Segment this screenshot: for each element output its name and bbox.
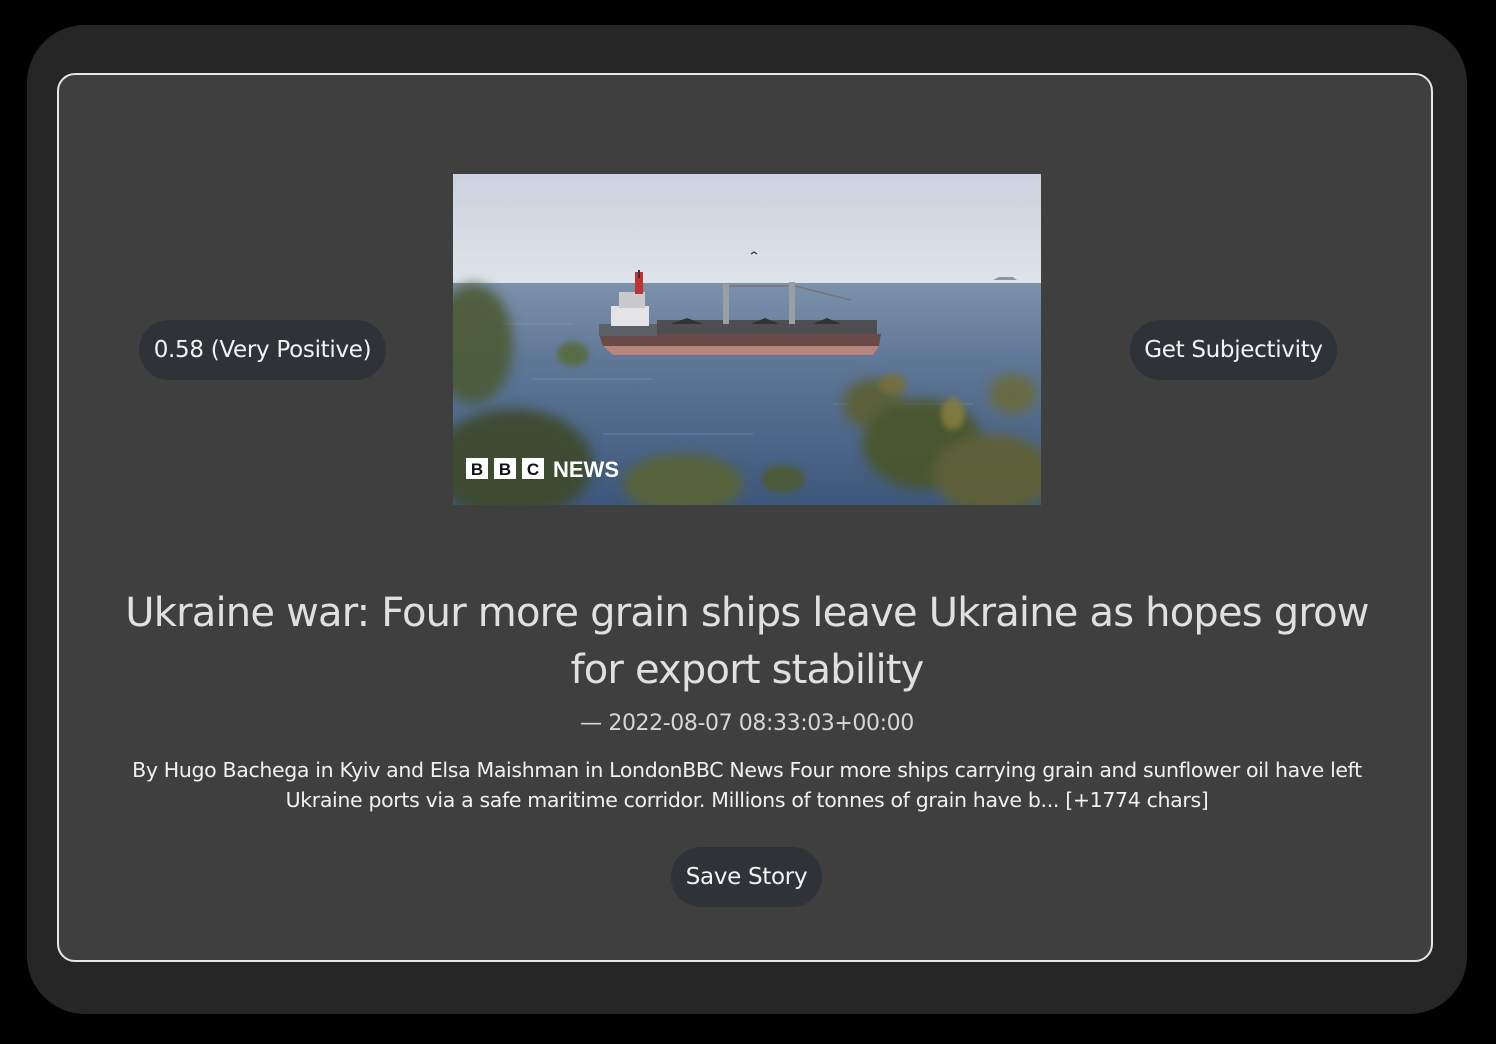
- story-image: B B C NEWS: [453, 174, 1041, 505]
- bbc-logo-letter-3: C: [527, 460, 539, 479]
- save-story-button[interactable]: Save Story: [671, 847, 822, 907]
- bbc-logo-letter-2: B: [499, 460, 511, 479]
- get-subjectivity-button[interactable]: Get Subjectivity: [1130, 320, 1337, 380]
- story-dateline: — 2022-08-07 08:33:03+00:00: [580, 711, 914, 736]
- bbc-logo-news-word: NEWS: [553, 457, 619, 482]
- sentiment-score-badge: 0.58 (Very Positive): [139, 320, 386, 380]
- story-headline: Ukraine war: Four more grain ships leave…: [125, 590, 1369, 693]
- bbc-logo-letter-1: B: [471, 460, 483, 479]
- story-summary: By Hugo Bachega in Kyiv and Elsa Maishma…: [132, 758, 1362, 812]
- story-card: 0.58 (Very Positive) B B C NEWS Get Subj…: [57, 73, 1433, 962]
